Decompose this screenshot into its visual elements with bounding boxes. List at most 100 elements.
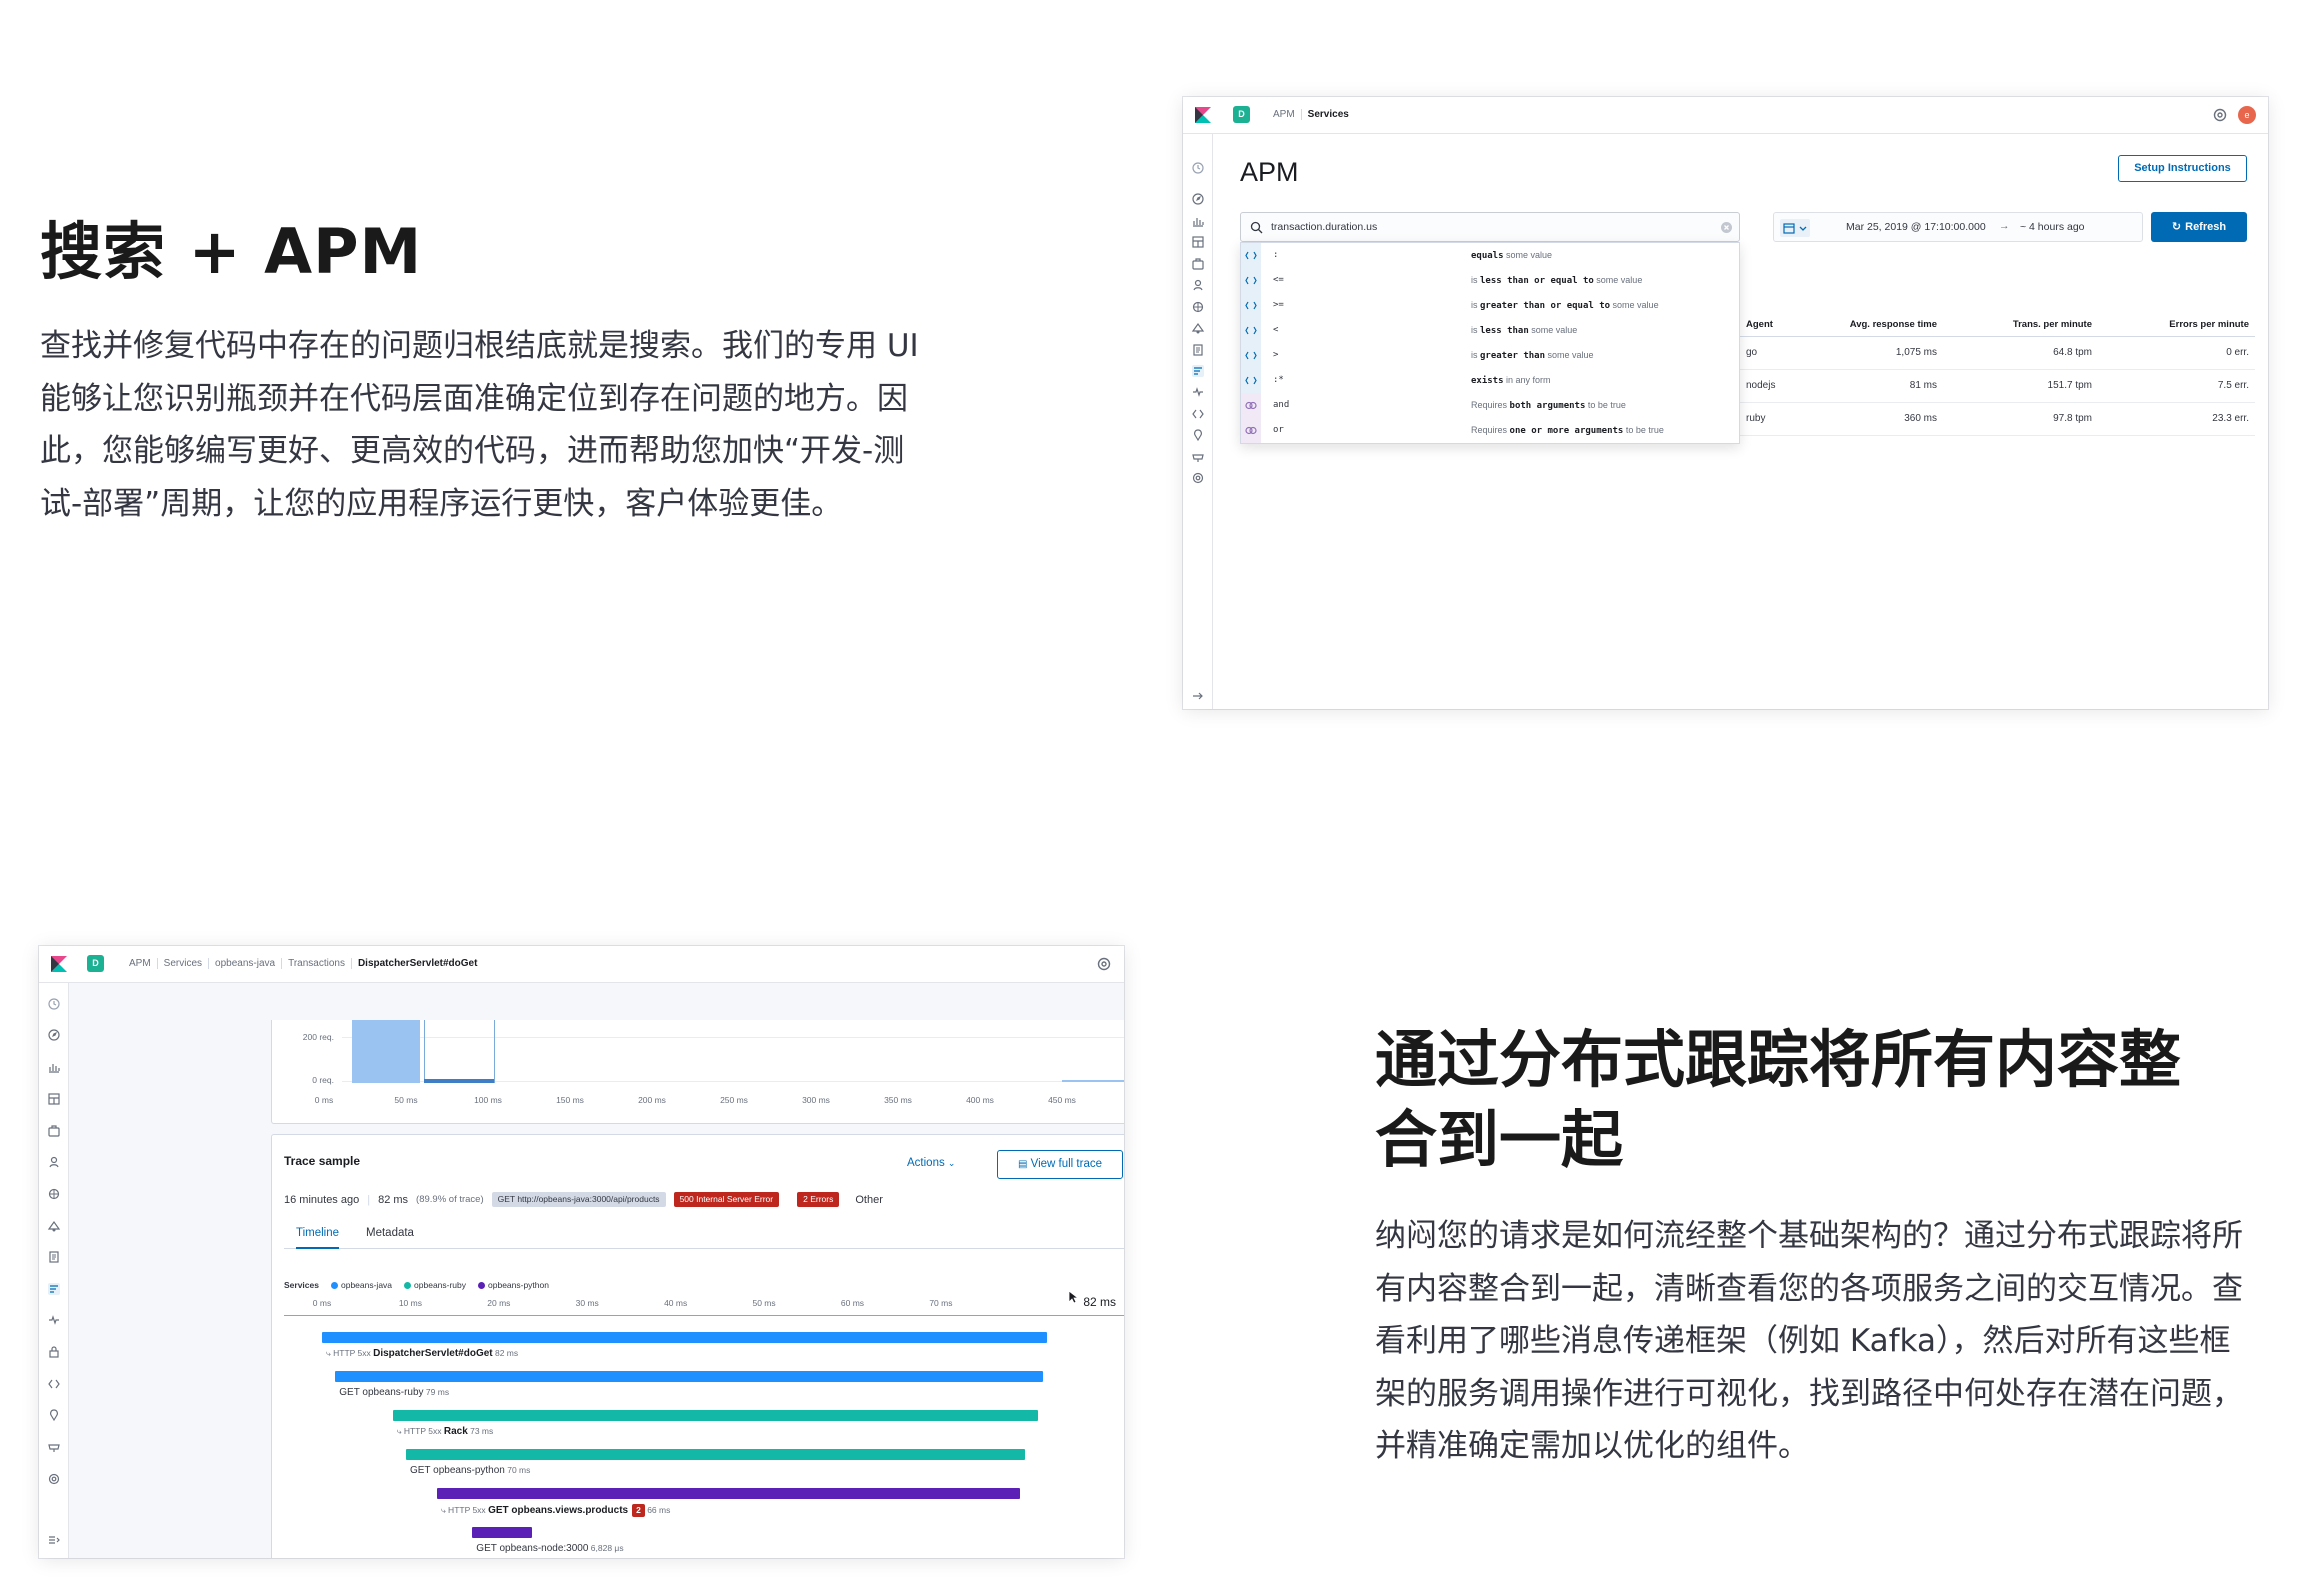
canvas-icon[interactable] (47, 1124, 61, 1138)
date-start[interactable]: Mar 25, 2019 @ 17:10:00.000 (1846, 221, 1986, 233)
uptime-icon[interactable] (47, 1313, 61, 1327)
span-bar[interactable] (335, 1371, 1043, 1382)
help-icon[interactable] (1096, 956, 1112, 972)
time-ago: 16 minutes ago (284, 1193, 360, 1206)
actions-dropdown[interactable]: Actions ⌄ (907, 1157, 955, 1169)
table-row[interactable]: go 1,075 ms 64.8 tpm 0 err. (1740, 337, 2255, 370)
span-bar[interactable] (472, 1527, 533, 1538)
x-tick-label: 0 ms (314, 1095, 334, 1105)
refresh-button[interactable]: ↻ Refresh (2151, 212, 2247, 242)
space-badge[interactable]: D (1233, 106, 1250, 123)
column-agent[interactable]: Agent (1746, 319, 1773, 330)
view-full-trace-button[interactable]: ▤ View full trace (997, 1150, 1123, 1179)
suggestion-item[interactable]: :* exists in any form (1241, 368, 1739, 393)
dashboard-icon[interactable] (1191, 235, 1205, 249)
ml-icon[interactable] (1191, 300, 1205, 314)
kibana-logo-icon[interactable] (51, 956, 67, 972)
setup-instructions-button[interactable]: Setup Instructions (2118, 155, 2247, 182)
dev-tools-icon[interactable] (47, 1377, 61, 1391)
breadcrumb-service[interactable]: opbeans-java (209, 958, 283, 969)
span-label[interactable]: ⤷ HTTP 5xx DispatcherServlet#doGet 82 ms (326, 1348, 518, 1359)
apm-trace-screenshot: D APM Services opbeans-java Transactions… (39, 946, 1124, 1558)
x-tick-label: 250 ms (720, 1095, 748, 1105)
maps-icon[interactable] (1191, 278, 1205, 292)
kibana-header: D APM Services opbeans-java Transactions… (39, 946, 1124, 983)
distribution-bar-selected[interactable] (424, 1079, 494, 1083)
siem-icon[interactable] (47, 1440, 61, 1454)
span-label[interactable]: GET opbeans-python 70 ms (410, 1465, 530, 1476)
canvas-icon[interactable] (1191, 257, 1205, 271)
recent-icon[interactable] (47, 997, 61, 1011)
collapse-nav-icon[interactable] (47, 1533, 61, 1547)
suggestion-item[interactable]: <= is less than or equal to some value (1241, 268, 1739, 293)
dev-tools-icon[interactable] (1191, 407, 1205, 421)
distribution-bar[interactable] (1062, 1080, 1124, 1082)
row-tpm: 151.7 tpm (2047, 380, 2092, 391)
breadcrumb-apm[interactable]: APM (1273, 109, 1302, 120)
tab-timeline[interactable]: Timeline (296, 1227, 340, 1249)
breadcrumb-services: Services (1307, 109, 1349, 120)
dashboard-icon[interactable] (47, 1092, 61, 1106)
distribution-bar[interactable] (352, 1020, 420, 1083)
column-errors[interactable]: Errors per minute (2169, 319, 2249, 330)
lock-icon[interactable] (47, 1345, 61, 1359)
infrastructure-icon[interactable] (1191, 321, 1205, 335)
discover-icon[interactable] (1191, 192, 1205, 206)
monitoring-icon[interactable] (1191, 428, 1205, 442)
logs-icon[interactable] (47, 1250, 61, 1264)
span-bar[interactable] (436, 1488, 1021, 1499)
suggestion-item[interactable]: >= is greater than or equal to some value (1241, 293, 1739, 318)
siem-icon[interactable] (1191, 450, 1205, 464)
suggestion-item[interactable]: or Requires one or more arguments to be t… (1241, 418, 1739, 443)
apm-icon[interactable] (47, 1282, 61, 1296)
space-badge[interactable]: D (87, 955, 104, 972)
recent-icon[interactable] (1191, 161, 1205, 175)
date-picker[interactable]: Mar 25, 2019 @ 17:10:00.000 → ~ 4 hours … (1773, 212, 2143, 242)
maps-icon[interactable] (47, 1155, 61, 1169)
suggestion-item[interactable]: > is greater than some value (1241, 343, 1739, 368)
suggestion-key: and (1273, 400, 1290, 410)
breadcrumb-transactions[interactable]: Transactions (282, 958, 352, 969)
clear-icon[interactable] (1720, 221, 1733, 234)
suggestion-item[interactable]: < is less than some value (1241, 318, 1739, 343)
kibana-logo-icon[interactable] (1195, 107, 1211, 123)
apm-icon[interactable] (1191, 364, 1205, 378)
column-tpm[interactable]: Trans. per minute (2013, 319, 2092, 330)
ml-icon[interactable] (47, 1187, 61, 1201)
suggestion-item[interactable]: and Requires both arguments to be true (1241, 393, 1739, 418)
calendar-icon[interactable] (1780, 219, 1810, 237)
suggestion-item[interactable]: : equals some value (1241, 243, 1739, 268)
uptime-icon[interactable] (1191, 385, 1205, 399)
span-bar[interactable] (392, 1410, 1039, 1421)
monitoring-icon[interactable] (47, 1408, 61, 1422)
management-gear-icon[interactable] (47, 1472, 61, 1486)
discover-icon[interactable] (47, 1028, 61, 1042)
span-label[interactable]: ⤷ HTTP 5xx Rack 73 ms (397, 1426, 494, 1437)
collapse-arrow-icon[interactable] (1191, 689, 1205, 703)
x-tick-label: 50 ms (394, 1095, 418, 1105)
span-label[interactable]: GET opbeans-ruby 79 ms (339, 1387, 449, 1398)
breadcrumb-services[interactable]: Services (158, 958, 210, 969)
infrastructure-icon[interactable] (47, 1219, 61, 1233)
avatar[interactable]: e (2238, 106, 2256, 124)
span-bar[interactable] (322, 1332, 1047, 1343)
column-avg-response[interactable]: Avg. response time (1850, 319, 1937, 330)
timeline-end-label: 82 ms (1083, 1295, 1116, 1309)
visualize-icon[interactable] (47, 1060, 61, 1074)
span-bar[interactable] (405, 1449, 1025, 1460)
errors-badge[interactable]: 2 Errors (797, 1192, 840, 1207)
span-label[interactable]: ⤷ HTTP 5xx GET opbeans.views.products 2 6… (441, 1504, 670, 1517)
kuery-search-input[interactable]: transaction.duration.us (1240, 212, 1740, 242)
tab-metadata[interactable]: Metadata (366, 1227, 414, 1247)
table-row[interactable]: nodejs 81 ms 151.7 tpm 7.5 err. (1740, 370, 2255, 403)
field-type-icon (1241, 343, 1261, 368)
span-error-badge[interactable]: 2 (632, 1504, 645, 1517)
help-icon[interactable] (2212, 107, 2228, 123)
management-gear-icon[interactable] (1191, 471, 1205, 485)
logs-icon[interactable] (1191, 343, 1205, 357)
span-label[interactable]: GET opbeans-node:3000 6,828 μs (476, 1543, 623, 1554)
visualize-icon[interactable] (1191, 214, 1205, 228)
date-end[interactable]: ~ 4 hours ago (2020, 221, 2085, 233)
table-row[interactable]: ruby 360 ms 97.8 tpm 23.3 err. (1740, 403, 2255, 436)
breadcrumb-apm[interactable]: APM (129, 958, 158, 969)
